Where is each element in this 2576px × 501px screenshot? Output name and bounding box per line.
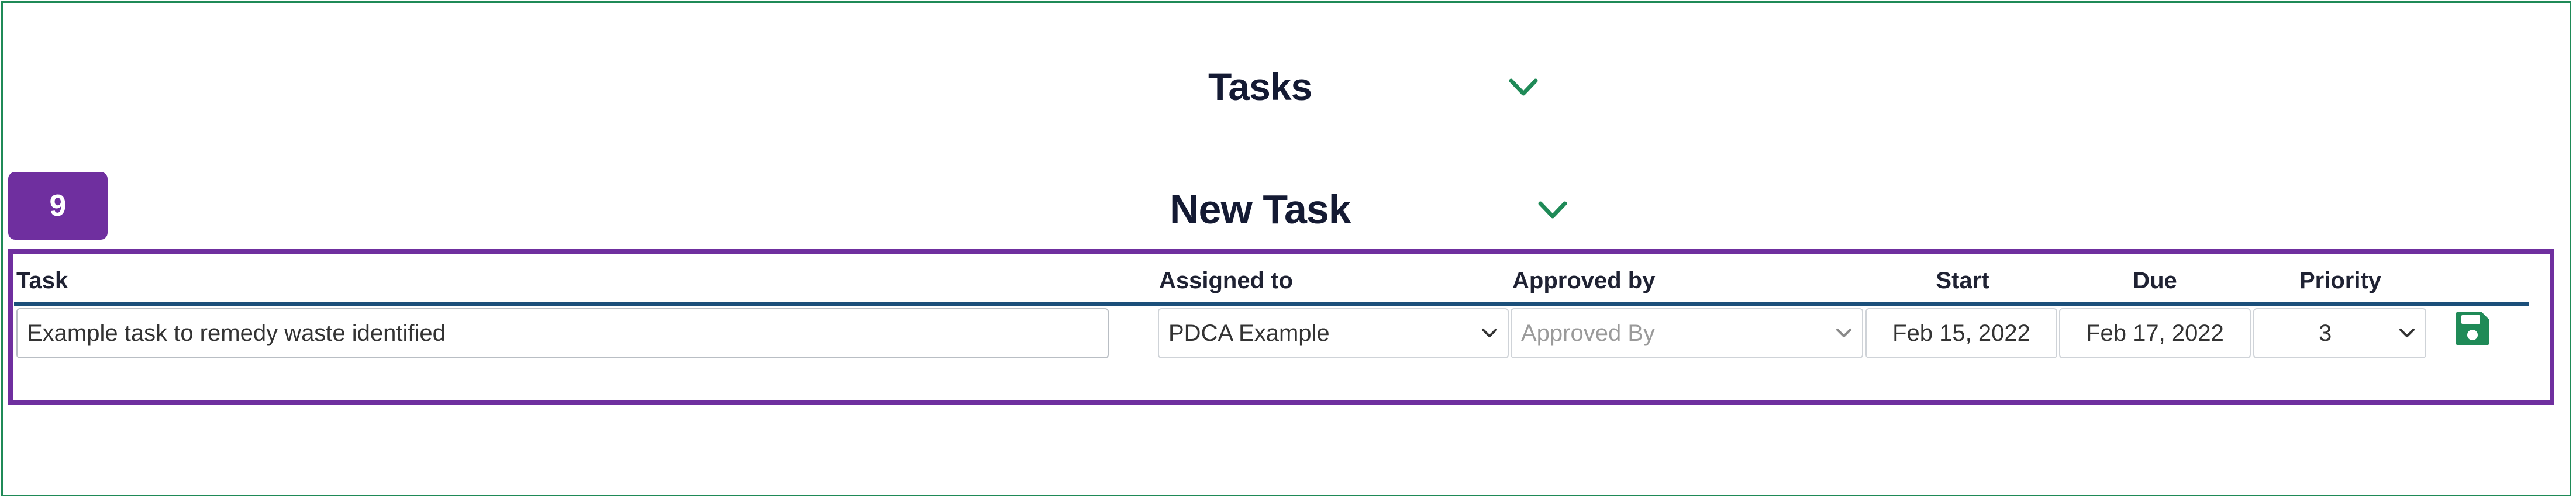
header-divider [14, 302, 2529, 306]
column-header-approved-by: Approved by [1512, 268, 1656, 293]
approved-by-select[interactable]: Approved By [1511, 308, 1863, 358]
approved-by-placeholder: Approved By [1521, 320, 1656, 346]
new-task-title: New Task [1170, 186, 1351, 232]
assigned-to-value: PDCA Example [1168, 320, 1330, 346]
caret-down-icon [1836, 329, 1851, 337]
assigned-to-select[interactable]: PDCA Example [1158, 308, 1509, 358]
step-number-badge: 9 [8, 172, 108, 240]
column-header-due: Due [2133, 268, 2177, 293]
chevron-down-icon[interactable] [1509, 77, 1538, 97]
tasks-title: Tasks [1208, 65, 1312, 108]
column-header-priority: Priority [2299, 268, 2382, 293]
save-icon[interactable] [2454, 310, 2491, 347]
start-date-input[interactable]: Feb 15, 2022 [1865, 308, 2057, 358]
task-input-value: Example task to remedy waste identified [27, 320, 446, 346]
caret-down-icon [1482, 329, 1497, 337]
column-header-task: Task [16, 268, 68, 293]
new-task-section-header[interactable]: New Task [1170, 186, 1351, 233]
due-date-value: Feb 17, 2022 [2086, 320, 2224, 346]
chevron-down-icon[interactable] [1538, 200, 1567, 220]
task-input[interactable]: Example task to remedy waste identified [16, 308, 1109, 358]
priority-select[interactable]: 3 [2253, 308, 2426, 358]
start-date-value: Feb 15, 2022 [1892, 320, 2030, 346]
caret-down-icon [2399, 329, 2415, 337]
column-header-start: Start [1936, 268, 1989, 293]
priority-value: 3 [2319, 320, 2332, 346]
due-date-input[interactable]: Feb 17, 2022 [2059, 308, 2251, 358]
tasks-section-header[interactable]: Tasks [1208, 64, 1312, 109]
column-header-assigned-to: Assigned to [1159, 268, 1293, 293]
